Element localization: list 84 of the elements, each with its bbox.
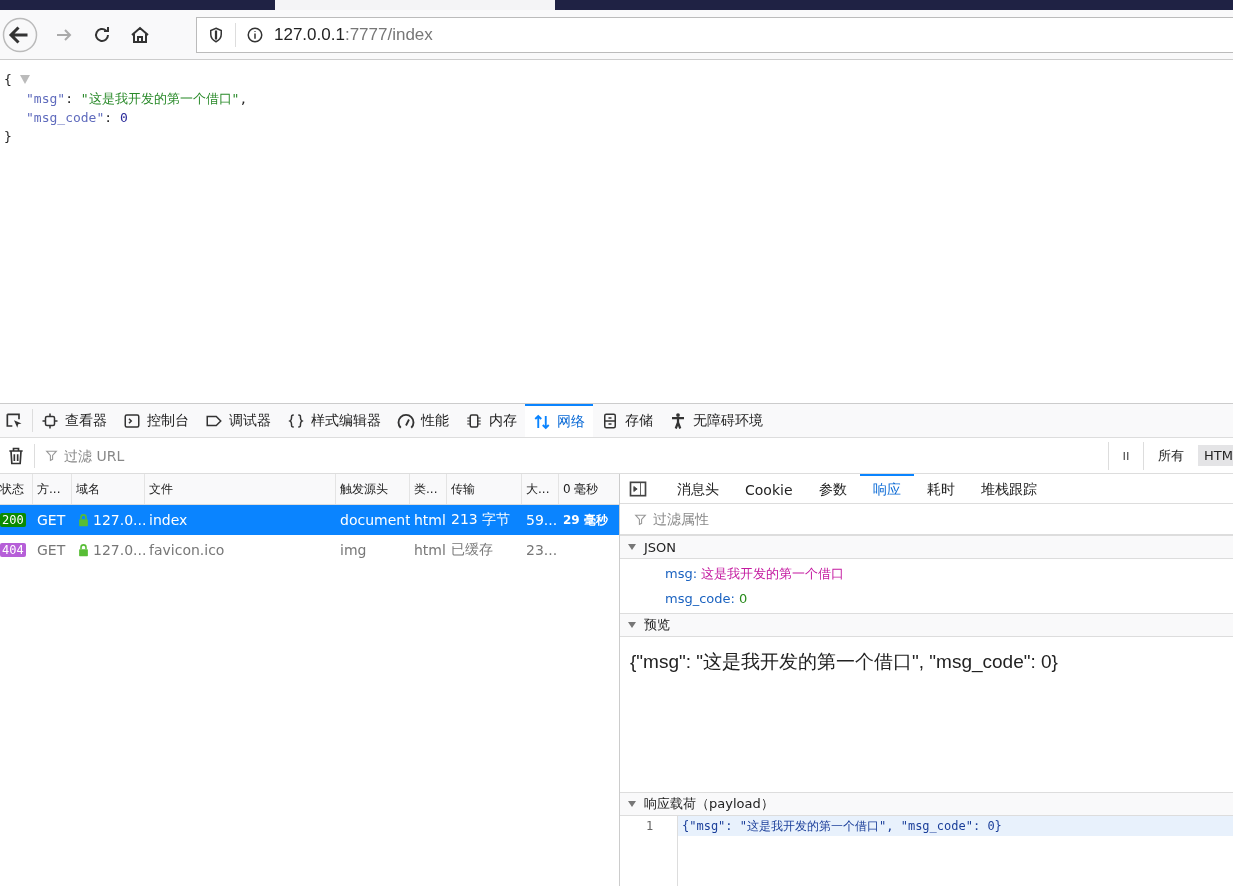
devtools-tab[interactable]: 无障碍环境 — [661, 404, 771, 437]
json-value: 0 — [119, 109, 128, 127]
devtools-tab[interactable]: 控制台 — [115, 404, 197, 437]
cabinet-icon — [601, 411, 619, 430]
person-icon — [669, 411, 687, 430]
section-header[interactable]: JSON — [620, 535, 1233, 559]
table-cell: 127.0... — [93, 512, 145, 528]
filter-field[interactable]: 过滤 URL — [62, 446, 366, 465]
detail-tab[interactable]: 参数 — [805, 474, 860, 503]
column-header[interactable]: 状态 — [0, 474, 33, 504]
property-value: 0 — [738, 591, 748, 606]
column-header[interactable]: 0 毫秒 — [559, 474, 619, 504]
detail-tab[interactable]: Cookie — [732, 474, 806, 503]
column-header[interactable]: 类... — [410, 474, 447, 504]
console-icon — [123, 411, 141, 430]
column-header[interactable]: 大... — [522, 474, 559, 504]
detail-tab[interactable]: 耗时 — [913, 474, 968, 503]
json-key: "msg_code" — [26, 108, 105, 127]
devtools-tab[interactable]: 查看器 — [33, 404, 115, 437]
table-cell-text: 已缓存 — [450, 540, 494, 559]
line-number: 1 — [644, 818, 655, 835]
table-cell-text: 213 字节 — [450, 510, 512, 529]
devtools-tab[interactable]: 网络 — [525, 404, 593, 437]
lock-icon — [76, 512, 91, 528]
gauge-icon — [397, 411, 415, 430]
devtools-tab[interactable]: 性能 — [389, 404, 457, 437]
table-cell-text: img — [339, 541, 368, 560]
chip-icon — [465, 411, 483, 430]
devtools-tab[interactable]: 样式编辑器 — [279, 404, 389, 437]
request-row[interactable]: 404 GET 127.0... favicon.ico img html 已缓存 23... — [0, 535, 619, 565]
brace: { — [4, 71, 12, 89]
url-text: 127.0.0.1:7777/index — [274, 24, 433, 45]
devtools-tab[interactable]: 内存 — [457, 404, 525, 437]
code-line: {"msg": "这是我开发的第一个借口", "msg_code": 0} — [682, 819, 1002, 833]
column-header[interactable]: 文件 — [145, 474, 336, 504]
info-icon[interactable] — [246, 25, 264, 44]
column-header[interactable]: 传输 — [447, 474, 522, 504]
table-cell-text: document — [339, 511, 410, 530]
column-header[interactable]: 触发源头 — [336, 474, 410, 504]
detail-tab[interactable]: 消息头 — [664, 474, 732, 503]
target-icon — [41, 411, 59, 430]
section-header[interactable]: 预览 — [620, 613, 1233, 637]
braces-icon — [287, 411, 305, 430]
table-cell: 29 毫秒 — [563, 511, 608, 529]
type-filter-button[interactable]: HTM — [1198, 445, 1233, 466]
table-cell: 127.0... — [93, 542, 145, 558]
shield-icon[interactable] — [207, 25, 225, 44]
table-cell-text: favicon.ico — [148, 541, 226, 560]
preview-text: {"msg": "这是我开发的第一个借口", "msg_code": 0} — [629, 650, 1059, 675]
status-badge: 404 — [0, 543, 26, 557]
colon: : — [65, 90, 74, 108]
type-filter-button[interactable]: 所有 — [1154, 443, 1189, 468]
table-cell-text: GET — [36, 541, 67, 560]
column-header[interactable]: 域名 — [72, 474, 145, 504]
back-icon[interactable] — [2, 16, 38, 53]
table-cell-text: GET — [36, 511, 67, 530]
table-cell-text: 23... — [525, 541, 559, 560]
comma: , — [239, 90, 248, 108]
table-cell-text: html — [413, 511, 447, 530]
trash-icon[interactable] — [6, 445, 26, 466]
detail-tab[interactable]: 堆栈跟踪 — [967, 474, 1050, 503]
request-row[interactable]: 200 GET 127.0... index document html 213 字节 59... 29 毫秒 — [0, 505, 619, 535]
url-bar[interactable]: 127.0.0.1:7777/index — [196, 16, 1233, 53]
colon: : — [104, 109, 114, 127]
arrows-icon — [533, 412, 551, 431]
table-cell-text: html — [413, 541, 447, 560]
property-key: msg: — [665, 566, 698, 581]
devtools-tab[interactable]: 存储 — [593, 404, 661, 437]
property-value: 这是我开发的第一个借口 — [701, 564, 845, 583]
column-header[interactable]: 方... — [33, 474, 72, 504]
section-header[interactable]: 响应载荷（payload） — [620, 792, 1233, 816]
json-key: "msg" — [26, 89, 66, 108]
brace: } — [4, 128, 12, 146]
devtools-tab[interactable]: 调试器 — [197, 404, 279, 437]
filter-icon — [634, 512, 647, 526]
detail-tab[interactable]: 响应 — [859, 474, 914, 503]
filter-field[interactable]: 过滤属性 — [651, 510, 955, 528]
table-cell-text: index — [148, 511, 189, 530]
status-badge: 200 — [0, 513, 26, 527]
table-cell-text: 59... — [525, 511, 559, 530]
lock-icon — [76, 542, 91, 558]
json-value: "这是我开发的第一个借口" — [80, 90, 240, 108]
filter-icon — [45, 449, 58, 462]
property-key: msg_code: — [665, 591, 735, 606]
